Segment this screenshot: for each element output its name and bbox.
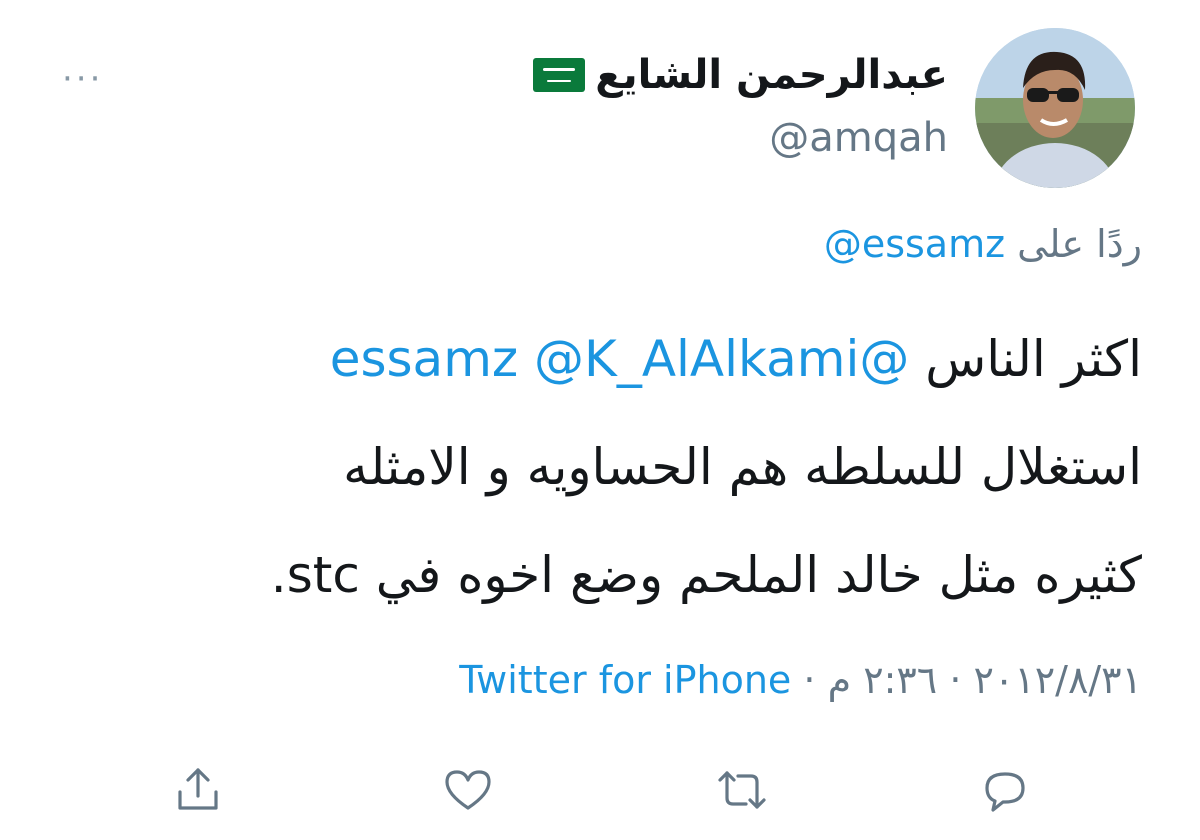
display-name[interactable]: عبدالرحمن الشايع (533, 52, 948, 98)
meta-separator-2: · (803, 658, 816, 702)
tweet-text: اكثر الناس @essamz @K_AlAlkami استغلال ل… (52, 305, 1142, 629)
reply-prefix: ردًا على (1017, 222, 1142, 266)
display-name-text: عبدالرحمن الشايع (595, 52, 948, 98)
meta-separator-1: · (949, 658, 962, 702)
user-handle[interactable]: @amqah (769, 115, 948, 161)
tweet-metadata: ٢٠١٢/٨/٣١ · ٢:٣٦ م · Twitter for iPhone (459, 658, 1142, 702)
share-button[interactable] (168, 760, 228, 820)
reply-mention-link[interactable]: @essamz (824, 222, 1005, 266)
tweet-line-2: استغلال للسلطه هم الحساويه و الامثله (343, 438, 1142, 496)
avatar[interactable] (975, 28, 1135, 188)
mention-link-k-alalkami[interactable]: @K_AlAlkami (534, 330, 859, 388)
share-icon (178, 768, 218, 810)
tweet-time: ٢:٣٦ م (827, 658, 938, 702)
action-bar (0, 760, 1200, 830)
tweet-line-1-text: اكثر الناس (925, 330, 1142, 388)
reply-context: @essamz ردًا على (824, 222, 1142, 266)
tweet-date: ٢٠١٢/٨/٣١ (973, 658, 1142, 702)
tweet-card: عبدالرحمن الشايع @amqah ··· @essamz ردًا… (0, 0, 1200, 840)
more-options-icon[interactable]: ··· (62, 62, 103, 96)
like-button[interactable] (438, 760, 498, 820)
like-icon (445, 770, 491, 810)
tweet-line-3: كثيره مثل خالد الملحم وضع اخوه في stc. (270, 546, 1142, 604)
saudi-flag-icon (533, 58, 586, 92)
retweet-button[interactable] (712, 760, 772, 820)
tweet-line-1: اكثر الناس @essamz @K_AlAlkami (52, 305, 1142, 413)
retweet-icon (718, 771, 766, 809)
reply-button[interactable] (975, 760, 1035, 820)
reply-icon (985, 772, 1025, 812)
avatar-image (975, 28, 1135, 188)
tweet-source-link[interactable]: Twitter for iPhone (459, 658, 791, 702)
